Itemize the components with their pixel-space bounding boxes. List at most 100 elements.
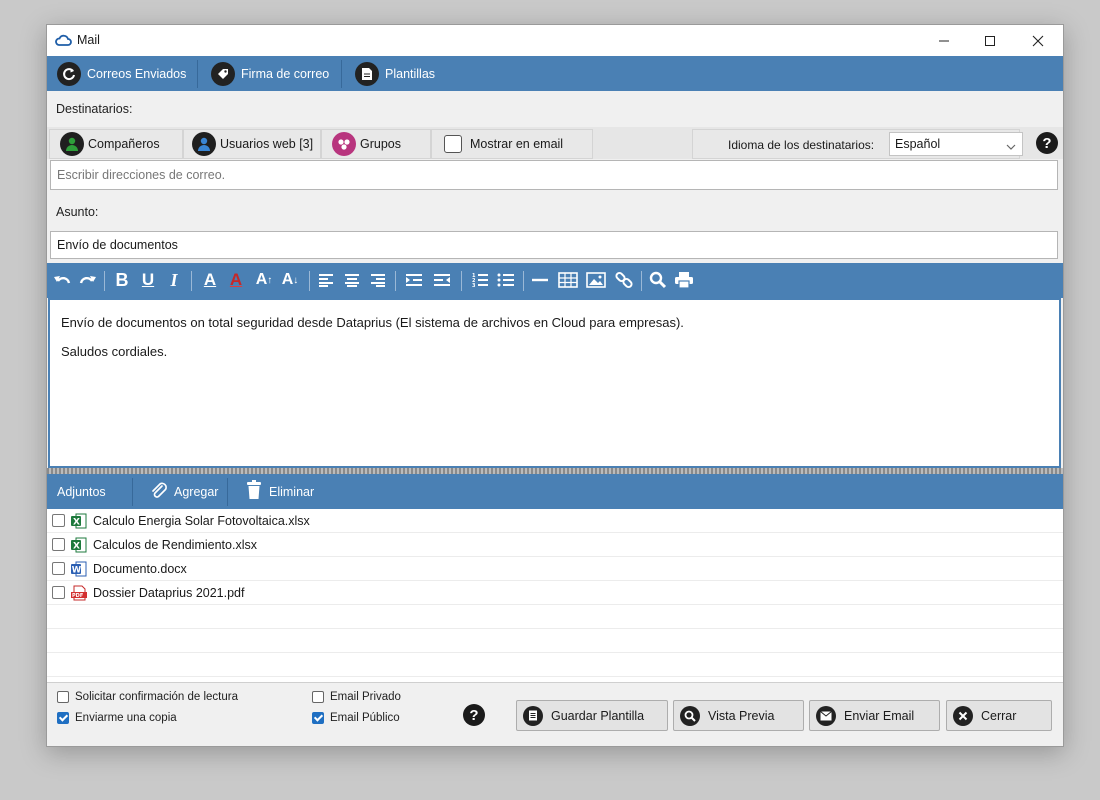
- underline-icon[interactable]: U: [135, 268, 161, 292]
- add-attachment-button[interactable]: Agregar: [149, 474, 218, 509]
- message-line: Saludos cordiales.: [61, 344, 168, 359]
- web-users-button[interactable]: Usuarios web [3]: [183, 129, 321, 159]
- toolbar-separator: [227, 478, 228, 506]
- read-confirmation-label: Solicitar confirmación de lectura: [75, 691, 238, 703]
- indent-icon[interactable]: [401, 268, 427, 292]
- send-email-label: Enviar Email: [844, 708, 915, 723]
- align-center-icon[interactable]: [339, 268, 365, 292]
- show-in-email-label: Mostrar en email: [470, 137, 564, 151]
- search-icon[interactable]: [645, 268, 671, 292]
- address-input[interactable]: Escribir direcciones de correo.: [50, 160, 1058, 190]
- image-icon[interactable]: [583, 268, 609, 292]
- companions-label: Compañeros: [88, 137, 160, 151]
- private-email-checkbox[interactable]: [312, 691, 324, 703]
- address-placeholder: Escribir direcciones de correo.: [57, 168, 226, 182]
- title-bar: Mail: [47, 25, 1063, 56]
- read-confirmation-option[interactable]: Solicitar confirmación de lectura: [57, 691, 238, 703]
- outdent-icon[interactable]: [429, 268, 455, 292]
- toolbar-separator: [523, 271, 524, 291]
- svg-text:PDF: PDF: [72, 593, 83, 599]
- signature-button[interactable]: Firma de correo: [211, 56, 329, 91]
- show-in-email-checkbox[interactable]: [444, 135, 462, 153]
- language-select[interactable]: Español: [889, 132, 1023, 156]
- save-template-button[interactable]: Guardar Plantilla: [516, 700, 668, 731]
- trash-icon: [246, 480, 262, 503]
- list-item[interactable]: X Calculos de Rendimiento.xlsx: [47, 533, 1063, 557]
- groups-button[interactable]: Grupos: [321, 129, 431, 159]
- horizontal-line-icon[interactable]: [527, 268, 553, 292]
- font-size-down-icon[interactable]: A ↓: [277, 268, 303, 292]
- save-template-label: Guardar Plantilla: [551, 708, 645, 723]
- toolbar-separator: [341, 60, 342, 88]
- send-copy-option[interactable]: Enviarme una copia: [57, 712, 177, 724]
- groups-label: Grupos: [360, 137, 401, 151]
- preview-label: Vista Previa: [708, 708, 775, 723]
- public-email-option[interactable]: Email Público: [312, 712, 400, 724]
- sent-mails-button[interactable]: Correos Enviados: [57, 56, 186, 91]
- public-email-checkbox[interactable]: [312, 712, 324, 724]
- attachment-name: Calculo Energia Solar Fotovoltaica.xlsx: [93, 513, 310, 528]
- preview-button[interactable]: Vista Previa: [673, 700, 804, 731]
- redo-icon[interactable]: [75, 268, 101, 292]
- show-in-email-option[interactable]: Mostrar en email: [431, 129, 593, 159]
- highlight-color-icon[interactable]: A: [223, 268, 249, 292]
- help-icon[interactable]: ?: [463, 704, 485, 726]
- message-line: Envío de documentos on total seguridad d…: [61, 315, 684, 330]
- send-copy-label: Enviarme una copia: [75, 712, 177, 724]
- close-button[interactable]: Cerrar: [946, 700, 1052, 731]
- attachment-checkbox[interactable]: [52, 586, 65, 599]
- mail-window: Mail Correos Enviados Firma de correo Pl…: [46, 24, 1064, 747]
- envelope-icon: [816, 705, 836, 726]
- font-size-up-icon[interactable]: A ↑: [251, 268, 277, 292]
- attachment-checkbox[interactable]: [52, 562, 65, 575]
- bold-icon[interactable]: B: [109, 268, 135, 292]
- main-toolbar: Correos Enviados Firma de correo Plantil…: [47, 56, 1063, 91]
- align-right-icon[interactable]: [365, 268, 391, 292]
- document-icon: [523, 705, 543, 726]
- language-value: Español: [895, 137, 941, 151]
- attachment-name: Calculos de Rendimiento.xlsx: [93, 537, 257, 552]
- attachment-name: Documento.docx: [93, 561, 187, 576]
- delete-attachment-button[interactable]: Eliminar: [246, 474, 314, 509]
- font-color-icon[interactable]: A: [197, 268, 223, 292]
- svg-text:X: X: [73, 541, 80, 551]
- editor-toolbar: B U I A A A ↑ A ↓ 123: [47, 263, 1063, 298]
- companions-button[interactable]: Compañeros: [49, 129, 183, 159]
- close-window-button[interactable]: [1015, 25, 1061, 56]
- send-copy-checkbox[interactable]: [57, 712, 69, 724]
- subject-input[interactable]: Envío de documentos: [50, 231, 1058, 259]
- minimize-button[interactable]: [921, 25, 967, 56]
- undo-icon[interactable]: [49, 268, 75, 292]
- italic-icon[interactable]: I: [161, 268, 187, 292]
- toolbar-separator: [461, 271, 462, 291]
- attachment-checkbox[interactable]: [52, 538, 65, 551]
- public-email-label: Email Público: [330, 712, 400, 724]
- user-icon: [60, 132, 84, 156]
- align-left-icon[interactable]: [313, 268, 339, 292]
- attachment-checkbox[interactable]: [52, 514, 65, 527]
- private-email-option[interactable]: Email Privado: [312, 691, 401, 703]
- list-item[interactable]: PDF Dossier Dataprius 2021.pdf: [47, 581, 1063, 605]
- help-icon[interactable]: ?: [1036, 132, 1058, 154]
- toolbar-separator: [395, 271, 396, 291]
- table-icon[interactable]: [555, 268, 581, 292]
- bullet-list-icon[interactable]: [493, 268, 519, 292]
- link-icon[interactable]: [611, 268, 637, 292]
- footer-bar: Solicitar confirmación de lectura Enviar…: [47, 682, 1063, 746]
- maximize-button[interactable]: [967, 25, 1013, 56]
- list-item[interactable]: W Documento.docx: [47, 557, 1063, 581]
- message-editor[interactable]: Envío de documentos on total seguridad d…: [48, 298, 1061, 468]
- tag-icon: [211, 61, 235, 86]
- language-panel: Idioma de los destinatarios: Español: [692, 129, 1023, 159]
- numbered-list-icon[interactable]: 123: [467, 268, 493, 292]
- read-confirmation-checkbox[interactable]: [57, 691, 69, 703]
- send-email-button[interactable]: Enviar Email: [809, 700, 940, 731]
- window-title: Mail: [77, 33, 100, 47]
- print-icon[interactable]: [671, 268, 697, 292]
- subject-value: Envío de documentos: [57, 238, 178, 252]
- pdf-file-icon: PDF: [71, 585, 87, 601]
- attachment-name: Dossier Dataprius 2021.pdf: [93, 585, 245, 600]
- excel-file-icon: X: [71, 513, 87, 529]
- templates-button[interactable]: Plantillas: [355, 56, 435, 91]
- list-item[interactable]: X Calculo Energia Solar Fotovoltaica.xls…: [47, 509, 1063, 533]
